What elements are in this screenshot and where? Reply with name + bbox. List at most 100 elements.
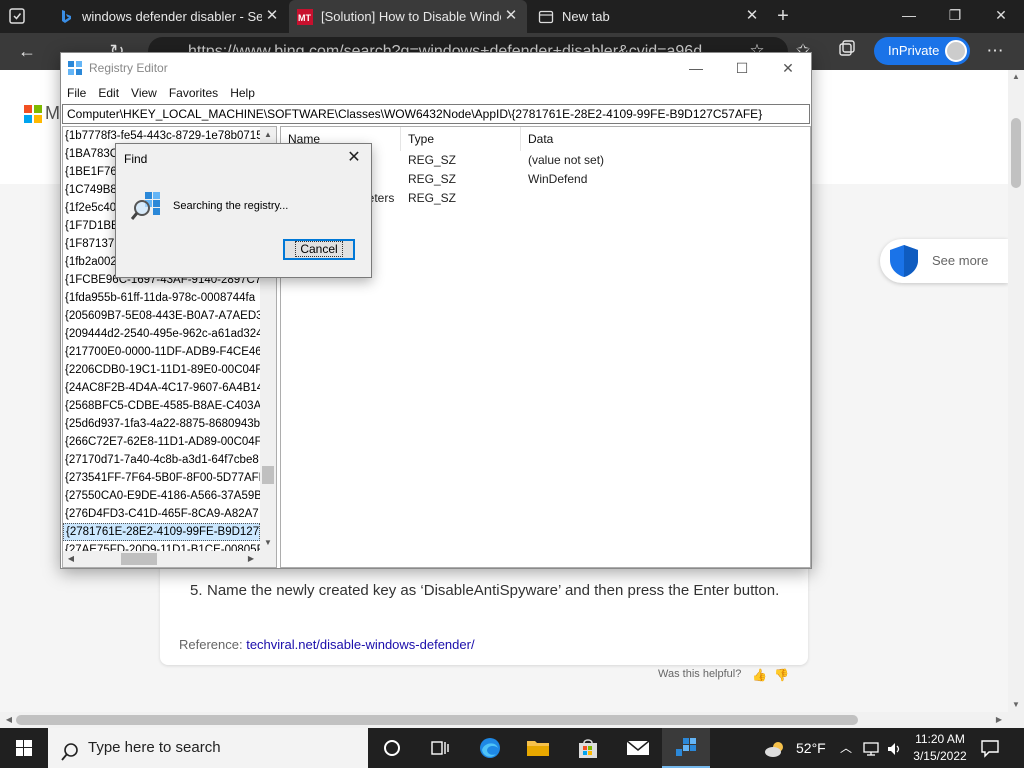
close-icon[interactable]: ✕ [765,53,811,83]
scroll-thumb[interactable] [16,715,858,725]
close-tab-icon[interactable]: ✕ [264,8,280,24]
tree-key-item[interactable]: {27170d71-7a40-4c8b-a3d1-64f7cbe8 [63,451,260,469]
collections-icon[interactable] [834,39,860,63]
back-arrow-icon[interactable]: ← [14,39,40,63]
scroll-right-icon[interactable]: ▶ [243,551,259,567]
value-type: REG_SZ [408,191,457,205]
see-more-label: See more [932,253,989,268]
tree-key-item[interactable]: {273541FF-7F64-5B0F-8F00-5D77AFB [63,469,260,487]
tree-key-item[interactable]: {2568BFC5-CDBE-4585-B8AE-C403A2 [63,397,260,415]
search-icon [60,738,80,761]
tree-key-item[interactable]: {276D4FD3-C41D-465F-8CA9-A82A7 [63,505,260,523]
close-window-icon[interactable]: ✕ [978,0,1024,33]
weather-icon[interactable] [764,728,786,768]
start-button[interactable] [0,728,48,768]
newtab-page-icon [538,9,554,25]
menu-bar: File Edit View Favorites Help [61,83,811,103]
network-icon[interactable] [862,728,880,768]
thumbs-up-icon[interactable]: 👍 [752,668,767,682]
tree-key-item[interactable]: {1fda955b-61ff-11da-978c-0008744fa [63,289,260,307]
tree-key-item[interactable]: {27550CA0-E9DE-4186-A566-37A59BI [63,487,260,505]
cancel-button[interactable]: Cancel [283,239,355,260]
registry-editor-window: Registry Editor — ☐ ✕ File Edit View Fav… [60,52,812,569]
search-status-message: Searching the registry... [173,200,289,212]
page-horizontal-scrollbar[interactable]: ◀ ▶ [0,712,1024,728]
menu-help[interactable]: Help [224,83,261,103]
step-text: Name the newly created key as ‘DisableAn… [207,582,780,599]
tree-horizontal-scrollbar[interactable]: ◀ ▶ [63,551,276,567]
scroll-up-icon[interactable]: ▲ [1008,70,1024,84]
windows-logo-icon [16,740,32,756]
tab-bing-search[interactable]: windows defender disabler - Sea ✕ [48,0,288,33]
task-view-icon[interactable] [416,728,464,768]
minimize-icon[interactable]: — [886,0,932,33]
system-clock[interactable]: 11:20 AM 3/15/2022 [908,731,972,765]
scroll-thumb[interactable] [1011,118,1021,188]
windows-taskbar: Type here to search 52°F ︿ 11:20 AM 3/15… [0,728,1024,768]
column-header-type[interactable]: Type [401,127,521,151]
bing-icon [58,9,74,25]
svg-text:MT: MT [298,13,311,23]
edge-browser-icon[interactable] [466,728,514,768]
scroll-right-icon[interactable]: ▶ [992,712,1006,728]
tree-key-item[interactable]: {27AE75FD-20D9-11D1-B1CE-00805F [63,541,260,551]
maximize-icon[interactable]: ❐ [932,0,978,33]
menu-view[interactable]: View [125,83,163,103]
tab-new-tab[interactable]: New tab ✕ [528,0,768,33]
maximize-icon[interactable]: ☐ [719,53,765,83]
value-data: (value not set) [528,153,605,167]
volume-icon[interactable] [886,728,902,768]
tab-minitool-solution[interactable]: MT [Solution] How to Disable Windo ✕ [289,0,527,33]
cortana-icon[interactable] [368,728,416,768]
more-options-icon[interactable]: ⋯ [982,39,1008,63]
scroll-thumb[interactable] [121,553,157,565]
store-icon[interactable] [564,728,612,768]
tree-key-item[interactable]: {24AC8F2B-4D4A-4C17-9607-6A4B14 [63,379,260,397]
mail-icon[interactable] [614,728,662,768]
scroll-up-icon[interactable]: ▲ [260,127,276,143]
scroll-thumb[interactable] [262,466,274,484]
tree-key-item[interactable]: {209444d2-2540-495e-962c-a61ad324 [63,325,260,343]
tree-key-item[interactable]: {2206CDB0-19C1-11D1-89E0-00C04FI [63,361,260,379]
cancel-label: Cancel [295,241,343,257]
tree-key-item[interactable]: {217700E0-0000-11DF-ADB9-F4CE462 [63,343,260,361]
tree-key-item[interactable]: {2781761E-28E2-4109-99FE-B9D127C [63,523,260,541]
weather-temperature[interactable]: 52°F [796,728,826,768]
new-tab-plus-icon[interactable]: + [772,6,794,28]
minimize-icon[interactable]: — [673,53,719,83]
column-header-data[interactable]: Data [521,127,810,151]
scroll-left-icon[interactable]: ◀ [2,712,16,728]
browser-tab-bar: windows defender disabler - Sea ✕ MT [So… [0,0,1024,33]
close-icon[interactable]: ✕ [343,147,365,169]
notification-center-icon[interactable] [980,738,1000,758]
file-explorer-icon[interactable] [514,728,562,768]
menu-favorites[interactable]: Favorites [163,83,224,103]
avatar [945,40,967,62]
search-placeholder: Type here to search [88,739,221,756]
menu-file[interactable]: File [61,83,92,103]
show-hidden-icons-chevron-icon[interactable]: ︿ [840,728,852,768]
dialog-title: Find [124,152,148,166]
taskbar-search-box[interactable]: Type here to search [48,728,368,768]
scroll-down-icon[interactable]: ▼ [1008,698,1024,712]
see-more-button[interactable]: See more [880,239,1008,283]
page-vertical-scrollbar[interactable]: ▲ ▼ [1008,70,1024,712]
registry-editor-taskbar-icon[interactable] [662,728,710,768]
tab-title: [Solution] How to Disable Windo [321,9,501,24]
reference-link[interactable]: techviral.net/disable-windows-defender/ [246,637,474,652]
scroll-left-icon[interactable]: ◀ [63,551,79,567]
menu-edit[interactable]: Edit [92,83,125,103]
tree-key-item[interactable]: {266C72E7-62E8-11D1-AD89-00C04FI [63,433,260,451]
registry-path-bar[interactable]: Computer\HKEY_LOCAL_MACHINE\SOFTWARE\Cla… [62,104,810,124]
close-tab-icon[interactable]: ✕ [503,8,519,24]
tree-key-item[interactable]: {25d6d937-1fa3-4a22-8875-8680943b [63,415,260,433]
find-dialog: Find ✕ Searching the registry... Cancel [115,143,372,278]
thumbs-down-icon[interactable]: 👎 [774,668,789,682]
registry-editor-titlebar[interactable]: Registry Editor — ☐ ✕ [61,53,811,83]
helpful-prompt: Was this helpful? [658,668,742,680]
close-tab-icon[interactable]: ✕ [744,8,760,24]
scroll-down-icon[interactable]: ▼ [260,535,276,551]
tab-actions-icon[interactable] [8,7,30,27]
tree-key-item[interactable]: {205609B7-5E08-443E-B0A7-A7AED3F [63,307,260,325]
inprivate-button[interactable]: InPrivate [874,37,970,65]
